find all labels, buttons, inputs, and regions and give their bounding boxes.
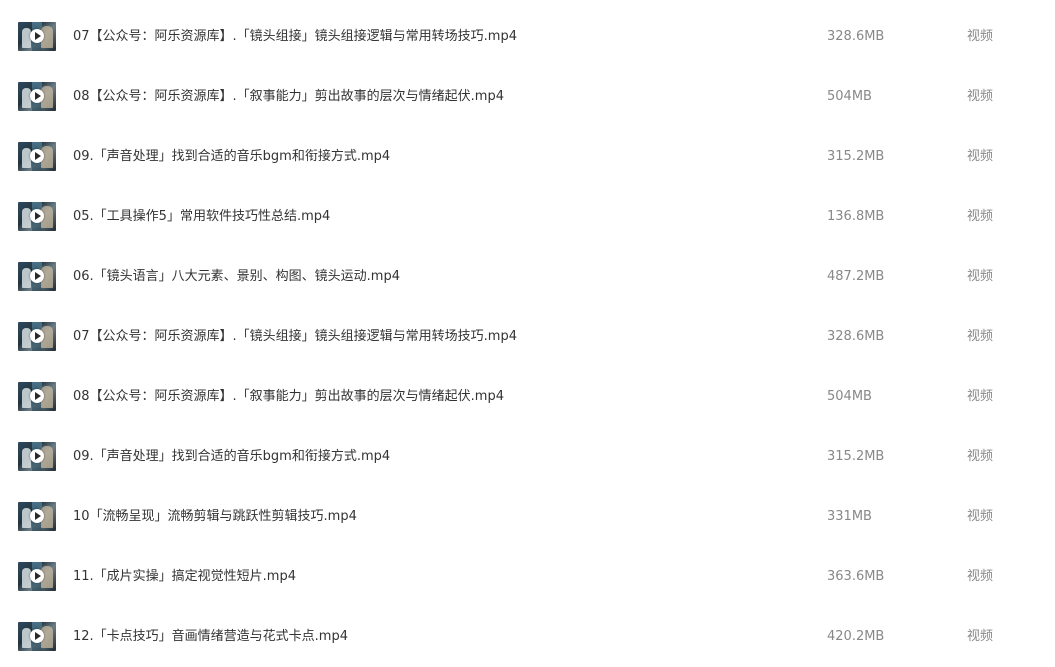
play-icon <box>30 329 44 343</box>
file-type: 视频 <box>967 449 994 464</box>
play-icon <box>30 209 44 223</box>
file-name[interactable]: 10「流畅呈现」流畅剪辑与跳跃性剪辑技巧.mp4 <box>73 508 357 526</box>
file-size: 504MB <box>827 389 872 404</box>
file-type: 视频 <box>967 509 994 524</box>
file-size: 328.6MB <box>827 329 885 344</box>
file-row[interactable]: 08【公众号：阿乐资源库】.「叙事能力」剪出故事的层次与情绪起伏.mp4 504… <box>0 367 1055 427</box>
file-type: 视频 <box>967 209 994 224</box>
video-thumbnail-icon[interactable] <box>18 262 56 291</box>
file-row[interactable]: 09.「声音处理」找到合适的音乐bgm和衔接方式.mp4 315.2MB 视频 <box>0 427 1055 487</box>
file-name[interactable]: 06.「镜头语言」八大元素、景别、构图、镜头运动.mp4 <box>73 268 400 286</box>
video-thumbnail-icon[interactable] <box>18 82 56 111</box>
play-icon <box>30 89 44 103</box>
file-type: 视频 <box>967 329 994 344</box>
file-name[interactable]: 11.「成片实操」搞定视觉性短片.mp4 <box>73 568 296 586</box>
file-size: 504MB <box>827 89 872 104</box>
file-row[interactable]: 12.「卡点技巧」音画情绪营造与花式卡点.mp4 420.2MB 视频 <box>0 607 1055 667</box>
file-size: 328.6MB <box>827 29 885 44</box>
file-name[interactable]: 08【公众号：阿乐资源库】.「叙事能力」剪出故事的层次与情绪起伏.mp4 <box>73 88 504 106</box>
file-row[interactable]: 10「流畅呈现」流畅剪辑与跳跃性剪辑技巧.mp4 331MB 视频 <box>0 487 1055 547</box>
file-row[interactable]: 09.「声音处理」找到合适的音乐bgm和衔接方式.mp4 315.2MB 视频 <box>0 127 1055 187</box>
video-thumbnail-icon[interactable] <box>18 142 56 171</box>
video-thumbnail-icon[interactable] <box>18 562 56 591</box>
file-size: 136.8MB <box>827 209 885 224</box>
play-icon <box>30 389 44 403</box>
video-thumbnail-icon[interactable] <box>18 22 56 51</box>
file-row[interactable]: 07【公众号：阿乐资源库】.「镜头组接」镜头组接逻辑与常用转场技巧.mp4 32… <box>0 307 1055 367</box>
play-icon <box>30 509 44 523</box>
play-icon <box>30 629 44 643</box>
play-icon <box>30 29 44 43</box>
file-name[interactable]: 07【公众号：阿乐资源库】.「镜头组接」镜头组接逻辑与常用转场技巧.mp4 <box>73 28 517 46</box>
video-thumbnail-icon[interactable] <box>18 322 56 351</box>
video-thumbnail-icon[interactable] <box>18 442 56 471</box>
video-thumbnail-icon[interactable] <box>18 382 56 411</box>
file-row[interactable]: 05.「工具操作5」常用软件技巧性总结.mp4 136.8MB 视频 <box>0 187 1055 247</box>
play-icon <box>30 569 44 583</box>
file-name[interactable]: 08【公众号：阿乐资源库】.「叙事能力」剪出故事的层次与情绪起伏.mp4 <box>73 388 504 406</box>
file-row[interactable]: 11.「成片实操」搞定视觉性短片.mp4 363.6MB 视频 <box>0 547 1055 607</box>
file-size: 331MB <box>827 509 872 524</box>
video-thumbnail-icon[interactable] <box>18 502 56 531</box>
file-type: 视频 <box>967 389 994 404</box>
file-type: 视频 <box>967 29 994 44</box>
play-icon <box>30 149 44 163</box>
file-list: 07【公众号：阿乐资源库】.「镜头组接」镜头组接逻辑与常用转场技巧.mp4 32… <box>0 7 1055 667</box>
play-icon <box>30 269 44 283</box>
file-row[interactable]: 08【公众号：阿乐资源库】.「叙事能力」剪出故事的层次与情绪起伏.mp4 504… <box>0 67 1055 127</box>
file-size: 315.2MB <box>827 449 885 464</box>
video-thumbnail-icon[interactable] <box>18 622 56 651</box>
file-size: 315.2MB <box>827 149 885 164</box>
play-icon <box>30 449 44 463</box>
file-row[interactable]: 06.「镜头语言」八大元素、景别、构图、镜头运动.mp4 487.2MB 视频 <box>0 247 1055 307</box>
file-size: 487.2MB <box>827 269 885 284</box>
file-type: 视频 <box>967 89 994 104</box>
file-name[interactable]: 09.「声音处理」找到合适的音乐bgm和衔接方式.mp4 <box>73 448 390 466</box>
file-size: 363.6MB <box>827 569 885 584</box>
file-name[interactable]: 07【公众号：阿乐资源库】.「镜头组接」镜头组接逻辑与常用转场技巧.mp4 <box>73 328 517 346</box>
file-size: 420.2MB <box>827 629 885 644</box>
file-name[interactable]: 12.「卡点技巧」音画情绪营造与花式卡点.mp4 <box>73 628 348 646</box>
file-type: 视频 <box>967 149 994 164</box>
file-row[interactable]: 07【公众号：阿乐资源库】.「镜头组接」镜头组接逻辑与常用转场技巧.mp4 32… <box>0 7 1055 67</box>
file-type: 视频 <box>967 629 994 644</box>
file-type: 视频 <box>967 269 994 284</box>
file-name[interactable]: 09.「声音处理」找到合适的音乐bgm和衔接方式.mp4 <box>73 148 390 166</box>
file-name[interactable]: 05.「工具操作5」常用软件技巧性总结.mp4 <box>73 208 330 226</box>
file-type: 视频 <box>967 569 994 584</box>
video-thumbnail-icon[interactable] <box>18 202 56 231</box>
